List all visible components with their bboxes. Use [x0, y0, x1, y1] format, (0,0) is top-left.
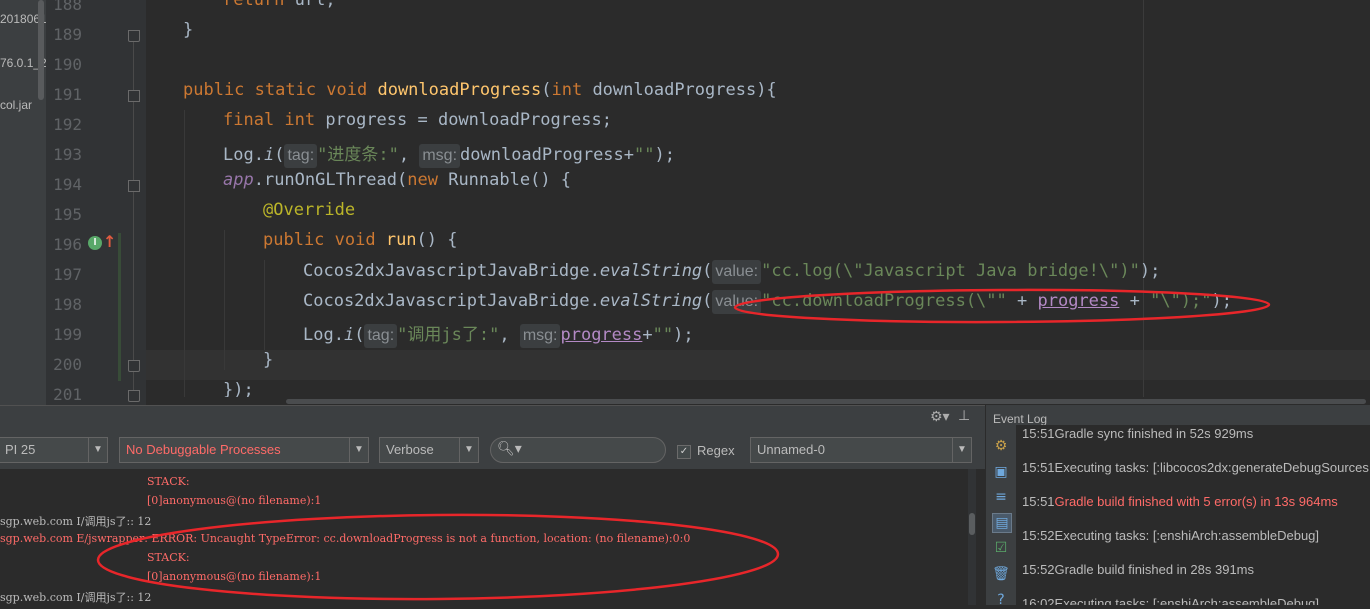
logcat-toolbar: PI 25 ▼ No Debuggable Processes ▼ Verbos…: [0, 431, 985, 469]
code-line-200: }: [263, 350, 274, 370]
line-number: 195: [53, 205, 82, 224]
filter-config-select[interactable]: Unnamed-0 ▼: [750, 437, 972, 463]
editor-gutter: 188 189 190 191 192 193 194 195 196 197 …: [46, 0, 146, 405]
fold-start-icon[interactable]: [128, 90, 140, 102]
log-line: [0]anonymous@(no filename):1: [147, 570, 322, 583]
log-line: STACK:: [147, 551, 190, 564]
fold-end-icon[interactable]: [128, 30, 140, 42]
help-icon[interactable]: ?: [992, 591, 1010, 609]
process-select[interactable]: No Debuggable Processes ▼: [119, 437, 369, 463]
parameter-hint: value:: [712, 260, 762, 284]
project-tree-item[interactable]: col.jar: [0, 98, 32, 112]
line-number: 194: [53, 175, 82, 194]
current-line-highlight: [146, 350, 1370, 380]
event-log-title: Event Log: [993, 412, 1048, 426]
regex-label: Regex: [697, 443, 735, 458]
line-number: 189: [53, 25, 82, 44]
logcat-search-input[interactable]: 🔍︎▾: [490, 437, 666, 463]
line-number: 190: [53, 55, 82, 74]
speech-bubble-icon[interactable]: ▣: [992, 463, 1010, 481]
code-line-188: return url;: [223, 0, 336, 10]
parameter-hint: msg:: [419, 144, 461, 168]
search-icon: 🔍︎▾: [497, 441, 522, 457]
override-icon[interactable]: I: [88, 236, 102, 250]
override-arrow-icon[interactable]: ↑: [103, 232, 116, 251]
parameter-hint: msg:: [519, 324, 561, 348]
code-line-189: }: [183, 20, 194, 40]
line-number: 196: [53, 235, 82, 254]
code-line-191: public static void downloadProgress(int …: [183, 80, 777, 100]
log-line: sgp.web.com E/jswrapper: ERROR: Uncaught…: [0, 532, 691, 545]
fold-start-icon[interactable]: [128, 180, 140, 192]
pin-icon[interactable]: ⊥: [958, 408, 970, 424]
event-entry[interactable]: 15:51Executing tasks: [:libcocos2dx:gene…: [1022, 460, 1370, 480]
code-line-198: Cocos2dxJavascriptJavaBridge.evalString(…: [303, 290, 1232, 320]
chevron-down-icon: ▼: [459, 438, 478, 462]
line-number: 197: [53, 265, 82, 284]
indent-guide: [264, 260, 265, 350]
chevron-down-icon: ▼: [349, 438, 368, 462]
logcat-scrollbar[interactable]: [968, 469, 976, 605]
wrench-icon[interactable]: ⚙: [992, 437, 1010, 455]
fold-end-icon[interactable]: [128, 360, 140, 372]
right-margin-guide: [1143, 0, 1144, 405]
parameter-hint: value:: [712, 290, 762, 314]
project-tree-scrollbar[interactable]: [38, 0, 44, 100]
line-number: 198: [53, 295, 82, 314]
log-line: sgp.web.com I/调用js了:: 12: [0, 515, 152, 528]
indent-guide: [184, 110, 185, 400]
scrollbar-thumb[interactable]: [286, 399, 1366, 404]
log-line: STACK:: [147, 475, 190, 488]
code-line-192: final int progress = downloadProgress;: [223, 110, 612, 130]
parameter-hint: tag:: [284, 144, 318, 168]
code-line-195: @Override: [263, 200, 356, 220]
trash-icon[interactable]: 🗑︎: [992, 565, 1010, 583]
logcat-output[interactable]: STACK: [0]anonymous@(no filename):1 sgp.…: [0, 469, 965, 605]
log-line: sgp.web.com I/调用js了:: 12: [0, 591, 152, 604]
chevron-down-icon: ▼: [88, 438, 107, 462]
event-entry[interactable]: 15:52Gradle build finished in 28s 391ms: [1022, 562, 1254, 582]
checkbox-check-icon: ✓: [679, 446, 689, 457]
logcat-panel: ⚙▾ ⊥ PI 25 ▼ No Debuggable Processes ▼ V…: [0, 405, 985, 605]
event-log-toolbar: ⚙ ▣ ≡ ▤ ☑ 🗑︎ ?: [986, 431, 1016, 608]
code-line-197: Cocos2dxJavascriptJavaBridge.evalString(…: [303, 260, 1160, 290]
checklist-icon[interactable]: ☑: [992, 539, 1010, 557]
code-editor[interactable]: return url; } public static void downloa…: [146, 0, 1370, 405]
indent-guide: [224, 230, 225, 370]
code-line-194: app.runOnGLThread(new Runnable() {: [223, 170, 572, 190]
log-line: [0]anonymous@(no filename):1: [147, 494, 322, 507]
parameter-hint: tag:: [364, 324, 398, 348]
editor-horizontal-scrollbar[interactable]: [146, 397, 1370, 405]
regex-checkbox[interactable]: ✓: [677, 445, 691, 459]
code-line-199: Log.i(tag: "调用js了:", msg: progress+"");: [303, 320, 694, 350]
line-number: 200: [53, 355, 82, 374]
line-number: 193: [53, 145, 82, 164]
fold-end-icon[interactable]: [128, 390, 140, 402]
mark-read-icon[interactable]: ▤: [992, 513, 1012, 533]
event-entry[interactable]: 15:51Gradle build finished with 5 error(…: [1022, 494, 1338, 514]
device-select[interactable]: PI 25 ▼: [0, 437, 108, 463]
event-entry[interactable]: 16:02Executing tasks: [:enshiArch:assemb…: [1022, 596, 1319, 605]
event-log-panel: Event Log ⚙ ▣ ≡ ▤ ☑ 🗑︎ ? 15:51Gradle syn…: [985, 405, 1370, 608]
line-number: 191: [53, 85, 82, 104]
event-entry[interactable]: 15:52Executing tasks: [:enshiArch:assemb…: [1022, 528, 1319, 548]
event-entry[interactable]: 15:51Gradle sync finished in 52s 929ms: [1022, 426, 1253, 446]
code-line-193: Log.i(tag: "进度条:", msg: downloadProgress+"…: [223, 140, 675, 170]
code-line-196: public void run() {: [263, 230, 458, 250]
scrollbar-thumb[interactable]: [969, 513, 975, 535]
filter-icon[interactable]: ≡: [992, 488, 1010, 506]
log-level-select[interactable]: Verbose ▼: [379, 437, 479, 463]
settings-gear-icon[interactable]: ⚙▾: [930, 409, 950, 425]
line-number: 188: [53, 0, 82, 14]
chevron-down-icon: ▼: [952, 438, 971, 462]
line-number: 192: [53, 115, 82, 134]
line-number: 199: [53, 325, 82, 344]
vcs-change-marker: [118, 233, 121, 381]
project-tree-panel: 2018061 76.0.1_20 col.jar: [0, 0, 46, 405]
logcat-header: ⚙▾ ⊥: [0, 405, 985, 432]
event-log-list[interactable]: 15:51Gradle sync finished in 52s 929ms 1…: [1016, 425, 1370, 605]
